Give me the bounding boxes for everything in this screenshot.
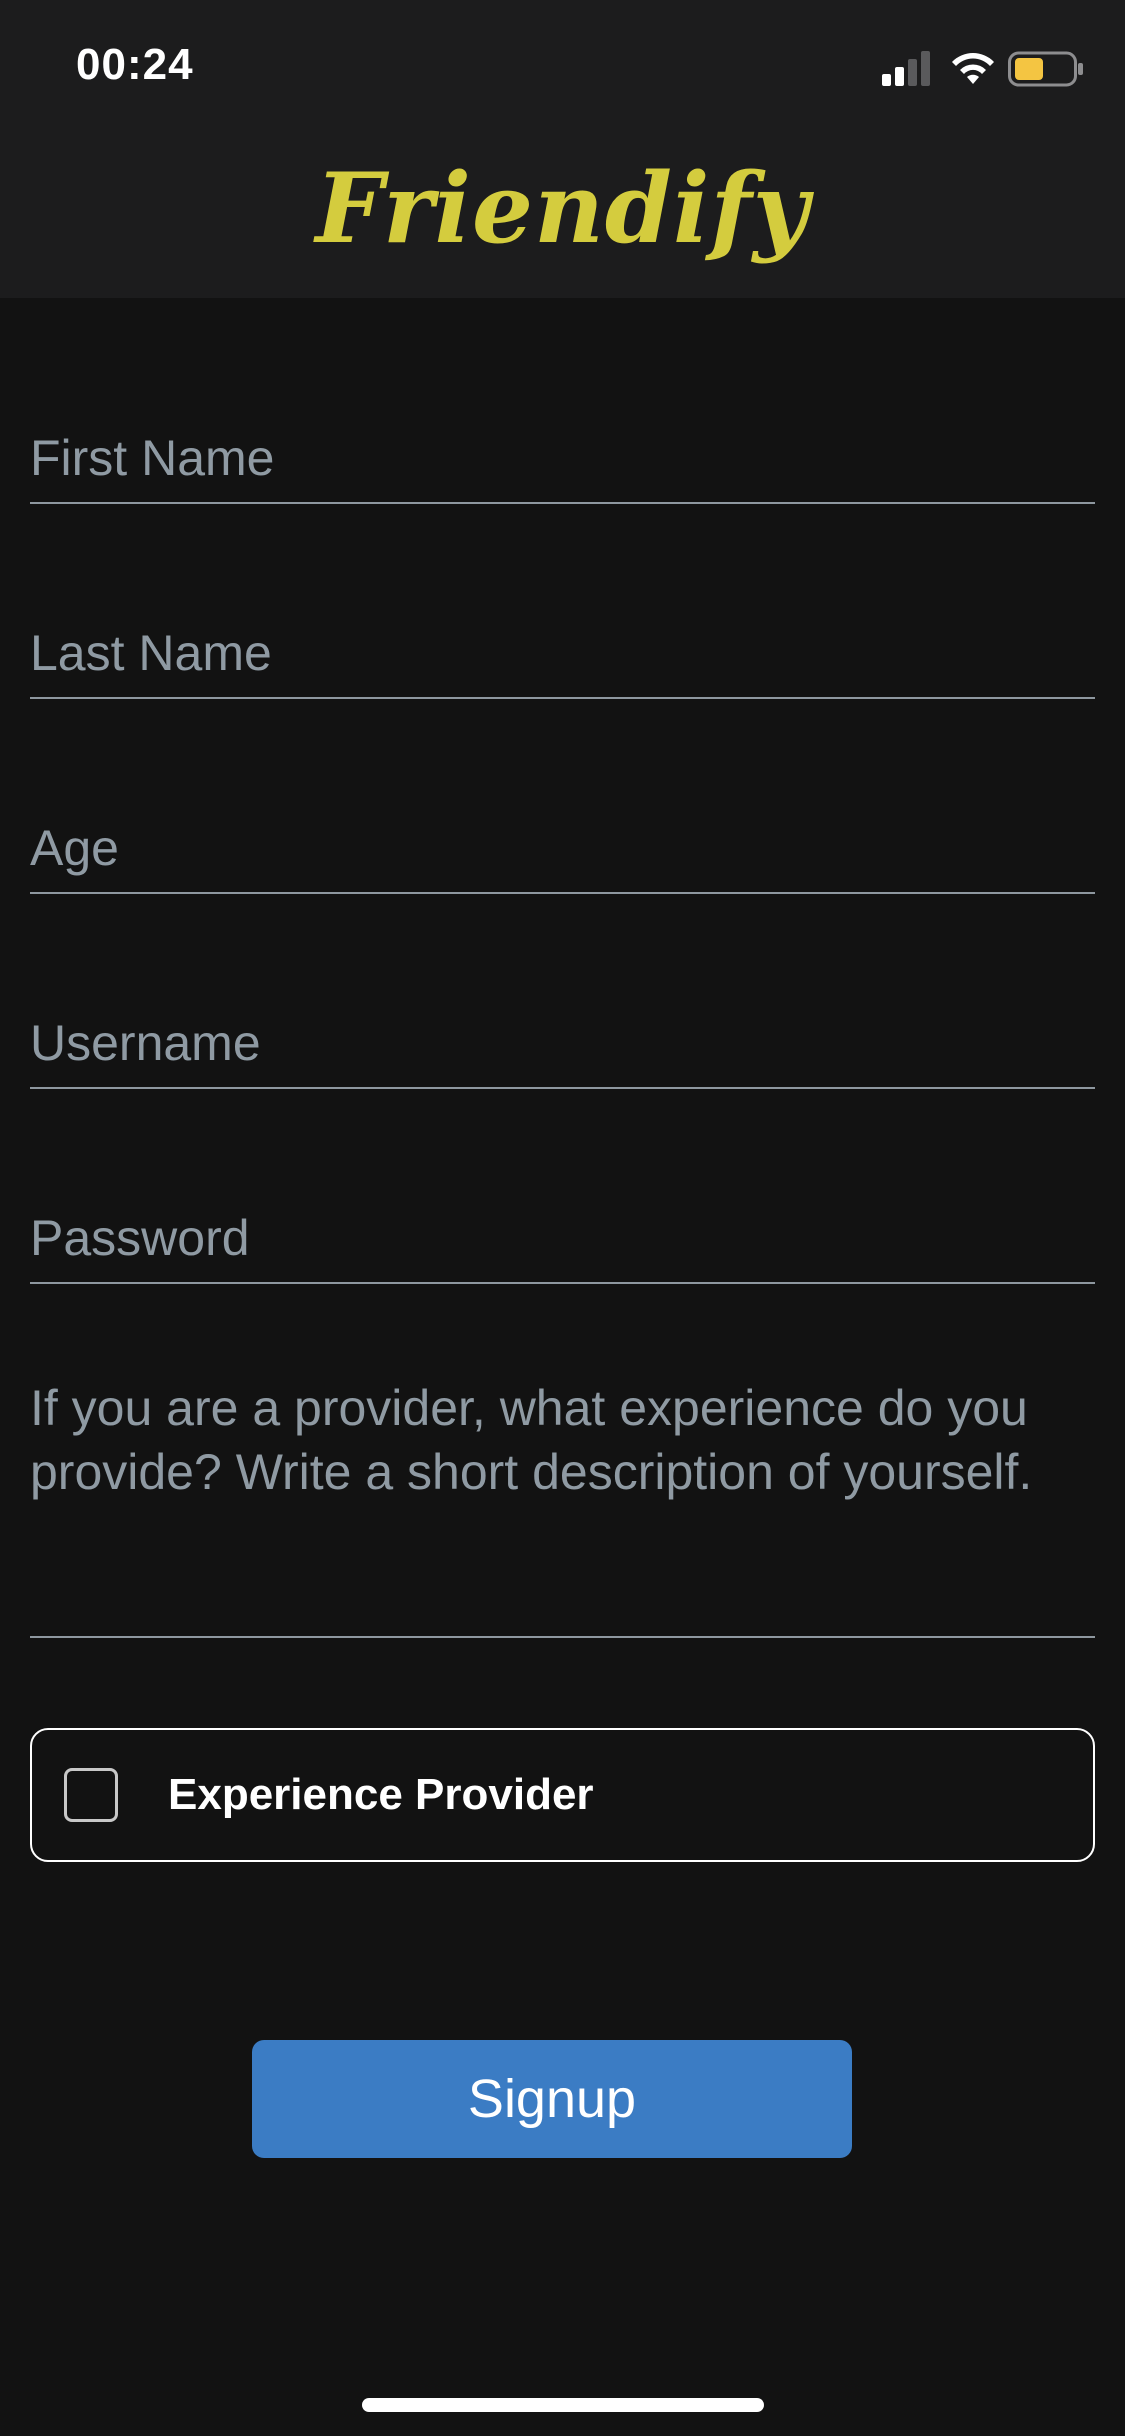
age-field-container: [30, 806, 1095, 894]
experience-provider-label: Experience Provider: [168, 1770, 594, 1819]
app-header: Friendify: [0, 140, 1125, 298]
description-field-container: [30, 1376, 1095, 1638]
checkbox-square-icon[interactable]: [64, 1768, 118, 1822]
cellular-signal-icon: [882, 51, 930, 86]
last-name-input[interactable]: [30, 611, 1095, 695]
experience-provider-checkbox[interactable]: Experience Provider: [30, 1728, 1095, 1862]
status-time: 00:24: [76, 40, 194, 89]
age-input[interactable]: [30, 806, 1095, 890]
wifi-icon: [952, 53, 994, 84]
first-name-field-container: [30, 416, 1095, 504]
app-logo: Friendify: [315, 152, 810, 265]
status-bar: 00:24: [0, 0, 1125, 140]
signup-button[interactable]: Signup: [252, 2040, 852, 2158]
first-name-input[interactable]: [30, 416, 1095, 500]
home-indicator[interactable]: [362, 2398, 764, 2412]
battery-icon: [1008, 51, 1083, 87]
last-name-field-container: [30, 611, 1095, 699]
password-field-container: [30, 1196, 1095, 1284]
description-textarea[interactable]: [30, 1376, 1095, 1586]
username-field-container: [30, 1001, 1095, 1089]
username-input[interactable]: [30, 1001, 1095, 1085]
password-input[interactable]: [30, 1196, 1095, 1280]
